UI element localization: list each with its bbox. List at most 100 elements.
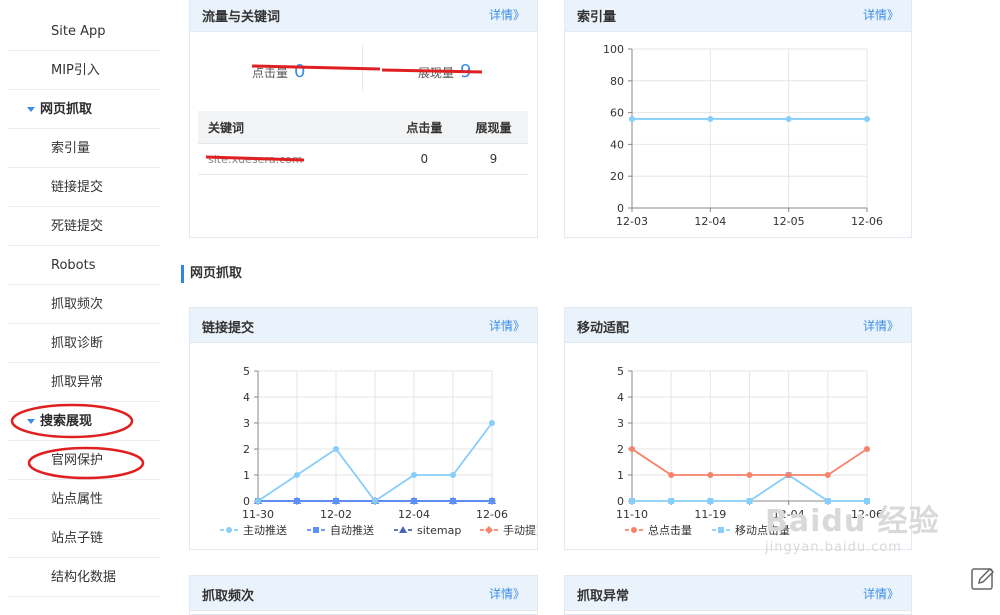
details-link[interactable]: 详情》 [863, 6, 899, 23]
y-tick-label: 0 [243, 495, 250, 508]
sidebar-item[interactable]: 死链提交 [8, 208, 160, 246]
data-point [707, 472, 714, 478]
sidebar-item[interactable]: 站点子链 [8, 520, 160, 558]
data-point [824, 472, 831, 478]
sidebar-item[interactable]: MIP引入 [8, 52, 160, 90]
y-tick-label: 2 [617, 443, 624, 456]
legend-label: 自动推送 [330, 523, 374, 537]
data-point [226, 527, 232, 533]
y-tick-label: 100 [603, 43, 624, 56]
data-point [785, 472, 792, 478]
keyword-table: 关键词 点击量 展现量 site:xuesera.com 0 9 [198, 111, 528, 175]
y-tick-label: 4 [243, 391, 250, 404]
keyword-cell: site:xuesera.com [198, 143, 390, 175]
data-point [313, 527, 319, 533]
data-point [255, 498, 261, 504]
panel-header: 移动适配 详情》 [565, 308, 911, 343]
sidebar-item-label: 抓取频次 [51, 297, 104, 312]
caret-down-icon [27, 107, 35, 112]
sidebar-item-label: 抓取诊断 [51, 336, 104, 351]
watermark-logo: Baidu 经验 [765, 504, 940, 539]
data-point [450, 498, 456, 504]
legend-label: sitemap [417, 524, 461, 537]
col-keyword: 关键词 [198, 111, 390, 144]
panel-title: 抓取频次 [202, 589, 255, 604]
x-tick-label: 11-19 [694, 508, 726, 521]
sidebar-item[interactable]: Robots [8, 247, 160, 285]
y-tick-label: 80 [610, 75, 624, 88]
crawl-frequency-panel: 抓取频次 详情》 [189, 575, 538, 615]
sidebar-item-label: 链接提交 [51, 180, 104, 195]
sidebar-item[interactable]: 索引量 [8, 130, 160, 168]
panel-title: 索引量 [577, 10, 617, 25]
sidebar-item-label: 网页抓取 [40, 102, 93, 117]
x-tick-label: 12-06 [476, 508, 508, 521]
sidebar-item[interactable]: 结构化数据 [8, 559, 160, 597]
panel-header: 索引量 详情》 [565, 0, 911, 32]
x-tick-label: 12-04 [398, 508, 430, 521]
legend-label: 总点击量 [648, 523, 692, 537]
sidebar-item-label: 死链提交 [51, 219, 104, 234]
panel-title: 移动适配 [577, 321, 630, 336]
section-title: 网页抓取 [181, 265, 242, 283]
sidebar-item[interactable]: 链接提交 [8, 169, 160, 207]
data-point [411, 472, 417, 478]
data-point [372, 498, 378, 504]
sidebar-item-label: Site App [51, 24, 106, 39]
sidebar-item-label: 结构化数据 [51, 570, 117, 585]
clicks-cell: 0 [389, 143, 459, 175]
data-point [485, 526, 493, 534]
panel-header: 流量与关键词 详情》 [190, 0, 537, 32]
sidebar-item-label: 站点属性 [51, 492, 104, 507]
baidu-watermark: Baidu 经验 jingyan.baidu.com [765, 496, 940, 555]
data-point [489, 420, 495, 426]
edit-icon[interactable] [968, 566, 998, 594]
data-point [631, 527, 637, 533]
data-point [629, 498, 635, 504]
data-point [411, 498, 417, 504]
y-tick-label: 3 [243, 417, 250, 430]
data-point [668, 472, 675, 478]
sidebar-item-label: 索引量 [51, 141, 91, 156]
sidebar-item[interactable]: 抓取诊断 [8, 325, 160, 363]
panel-header: 链接提交 详情》 [190, 308, 537, 343]
y-tick-label: 5 [617, 365, 624, 378]
x-tick-label: 12-04 [694, 215, 726, 228]
traffic-keywords-panel: 流量与关键词 详情》 点击量 0 展现量 9 关键词 点击量 展现量 site:xu… [189, 0, 538, 238]
x-tick-label: 12-05 [773, 215, 805, 228]
legend-label: 主动推送 [243, 523, 287, 537]
redaction-mark [251, 64, 483, 74]
details-link[interactable]: 详情》 [863, 317, 899, 334]
panel-title: 链接提交 [202, 321, 255, 336]
data-point [629, 446, 635, 452]
data-point [707, 498, 714, 504]
panel-title: 流量与关键词 [202, 10, 281, 25]
details-link[interactable]: 详情》 [489, 317, 525, 334]
data-point [294, 498, 300, 504]
data-point [785, 115, 792, 122]
sidebar-group[interactable]: 网页抓取 [8, 91, 160, 129]
y-tick-label: 2 [243, 443, 250, 456]
y-tick-label: 60 [610, 107, 624, 120]
link-submit-chart: 0 1 2 3 4 5 11-30 12-02 12-04 12-06 主动推送 自动推送 sitema… [220, 365, 537, 537]
table-row: site:xuesera.com 0 9 [198, 143, 528, 175]
data-point [333, 446, 339, 452]
data-point [864, 115, 870, 122]
link-submit-panel: 链接提交 详情》 0 1 2 3 4 5 11-30 12-02 12-04 12-06 主动推送 自… [189, 307, 538, 550]
data-point [864, 446, 870, 452]
annotation-circles [10, 403, 145, 480]
impressions-cell: 9 [458, 143, 528, 175]
y-tick-label: 1 [617, 469, 624, 482]
data-point [718, 527, 724, 533]
legend-label: 手动提交 [503, 523, 537, 537]
sidebar-item-label: 站点子链 [51, 531, 104, 546]
details-link[interactable]: 详情》 [489, 6, 525, 23]
x-tick-label: 12-02 [320, 508, 352, 521]
sidebar-item[interactable]: 站点属性 [8, 481, 160, 519]
y-tick-label: 5 [243, 365, 250, 378]
data-point [333, 498, 339, 504]
sidebar-item[interactable]: Site App [8, 13, 160, 51]
table-header-row: 关键词 点击量 展现量 [198, 111, 528, 144]
sidebar-item[interactable]: 抓取频次 [8, 286, 160, 324]
data-point [489, 498, 495, 504]
